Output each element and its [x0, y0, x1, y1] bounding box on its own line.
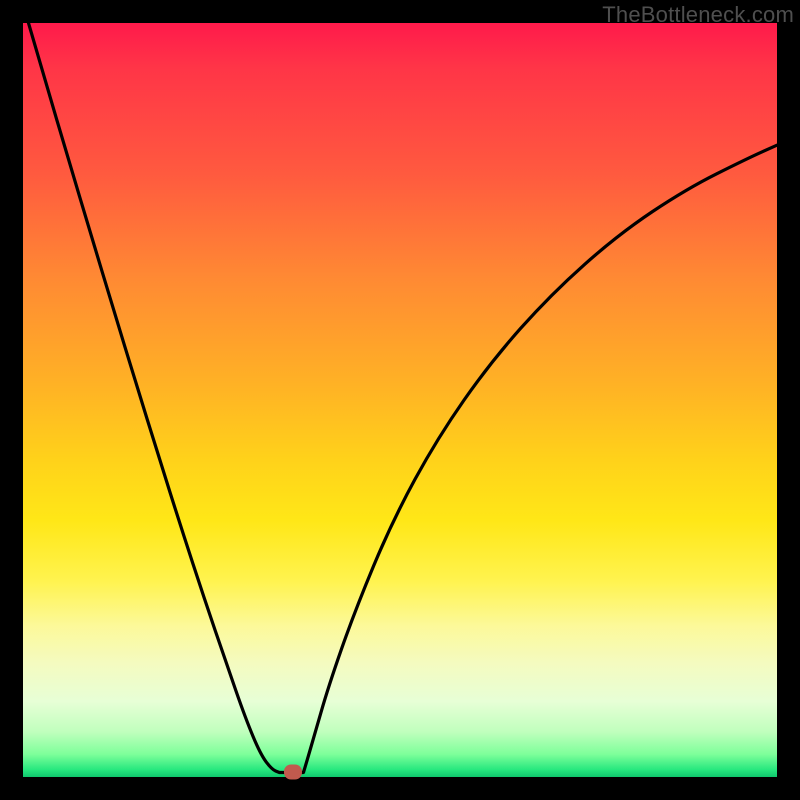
bottleneck-curve [23, 23, 777, 777]
minimum-marker [284, 765, 302, 780]
watermark-text: TheBottleneck.com [602, 2, 794, 28]
plot-frame [23, 23, 777, 777]
plot-area [23, 23, 777, 777]
